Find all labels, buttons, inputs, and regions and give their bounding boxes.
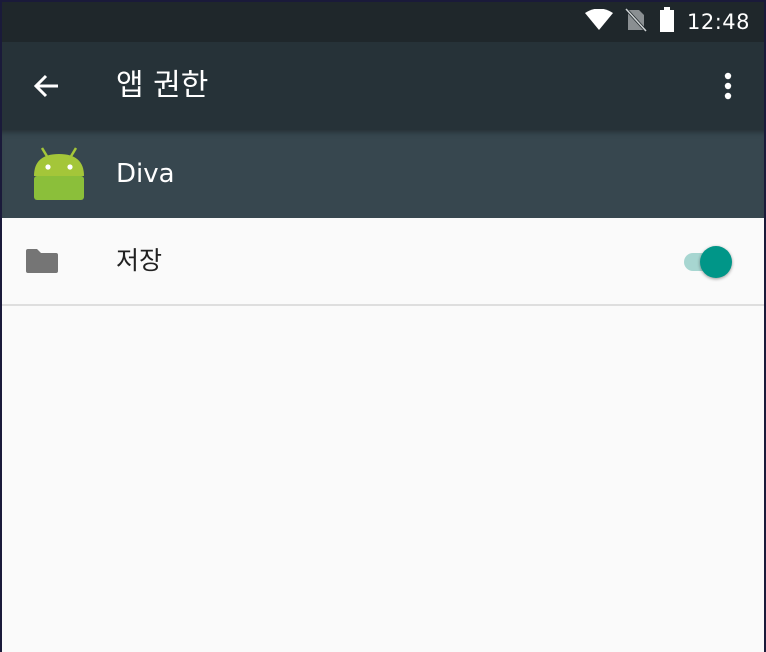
android-robot-icon (30, 146, 88, 202)
no-sim-icon (624, 7, 648, 36)
arrow-back-icon[interactable] (30, 70, 62, 102)
toggle-thumb (700, 246, 732, 278)
app-name: Diva (116, 159, 175, 189)
status-icons: 12:48 (584, 2, 750, 42)
folder-icon (24, 247, 60, 275)
app-bar: 앱 권한 (2, 42, 764, 130)
more-vert-icon[interactable] (712, 70, 744, 102)
battery-icon (659, 7, 675, 37)
permission-label: 저장 (116, 246, 163, 275)
screen: 12:48 앱 권한 Diva 저장 (2, 2, 764, 652)
permission-row-storage[interactable]: 저장 (2, 218, 764, 306)
permission-toggle[interactable] (682, 245, 738, 279)
status-bar: 12:48 (2, 2, 764, 42)
wifi-icon (584, 8, 613, 35)
status-time: 12:48 (686, 10, 750, 34)
app-header: Diva (2, 130, 764, 218)
page-title: 앱 권한 (116, 68, 209, 103)
